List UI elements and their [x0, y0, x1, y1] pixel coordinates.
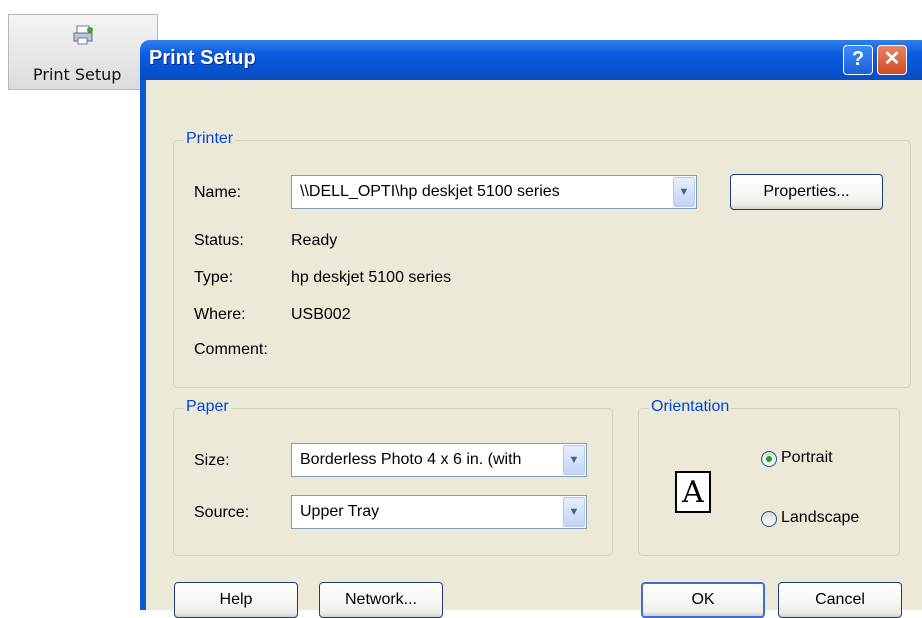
close-title-button[interactable]: ✕: [877, 45, 907, 75]
print-setup-toolbar-button[interactable]: Print Setup: [8, 14, 158, 90]
chevron-down-icon[interactable]: ▼: [673, 177, 695, 207]
paper-size-select[interactable]: Borderless Photo 4 x 6 in. (with ▼: [291, 443, 587, 477]
printer-name-label: Name:: [194, 184, 242, 201]
printer-status-label: Status:: [194, 232, 244, 249]
printer-status-value: Ready: [291, 232, 338, 249]
help-button[interactable]: Help: [174, 582, 298, 618]
properties-button[interactable]: Properties...: [730, 174, 883, 210]
paper-size-label: Size:: [194, 452, 230, 469]
paper-source-value: Upper Tray: [300, 503, 380, 520]
portrait-label[interactable]: Portrait: [781, 449, 833, 467]
printer-where-label: Where:: [194, 306, 246, 323]
print-setup-toolbar-label: Print Setup: [33, 65, 122, 84]
printer-group: Printer Name: \\DELL_OPTI\hp deskjet 510…: [173, 130, 911, 388]
orientation-group-title: Orientation: [649, 398, 732, 416]
printer-comment-label: Comment:: [194, 341, 268, 358]
cancel-button[interactable]: Cancel: [778, 582, 902, 618]
network-button[interactable]: Network...: [319, 582, 443, 618]
dialog-title: Print Setup: [149, 47, 256, 69]
help-title-button[interactable]: ?: [843, 45, 873, 75]
landscape-label[interactable]: Landscape: [781, 509, 859, 527]
chevron-down-icon[interactable]: ▼: [563, 497, 585, 527]
close-icon: ✕: [883, 48, 901, 70]
page-letter: A: [682, 475, 704, 510]
paper-size-value: Borderless Photo 4 x 6 in. (with: [300, 451, 522, 468]
orientation-group: Orientation A Portrait Landscape: [638, 398, 900, 556]
paper-group-title: Paper: [184, 398, 231, 416]
question-icon: ?: [851, 48, 865, 70]
paper-source-label: Source:: [194, 504, 250, 521]
chevron-down-icon[interactable]: ▼: [563, 445, 585, 475]
paper-group: Paper Size: Borderless Photo 4 x 6 in. (…: [173, 398, 613, 556]
portrait-page-icon: A: [675, 471, 711, 513]
printer-name-value: \\DELL_OPTI\hp deskjet 5100 series: [300, 183, 560, 200]
printer-type-value: hp deskjet 5100 series: [291, 269, 452, 286]
dialog-client-area: Printer Name: \\DELL_OPTI\hp deskjet 510…: [146, 80, 922, 618]
dialog-title-bar[interactable]: Print Setup ? ✕: [140, 40, 922, 80]
printer-name-select[interactable]: \\DELL_OPTI\hp deskjet 5100 series ▼: [291, 175, 697, 209]
paper-source-select[interactable]: Upper Tray ▼: [291, 495, 587, 529]
printer-group-title: Printer: [184, 130, 236, 148]
print-setup-dialog: Print Setup ? ✕ Printer Name: \\DELL_OPT…: [140, 40, 922, 618]
print-setup-icon: [73, 25, 93, 45]
ok-button[interactable]: OK: [641, 582, 765, 618]
printer-where-value: USB002: [291, 306, 351, 323]
landscape-radio[interactable]: [761, 511, 777, 527]
portrait-radio[interactable]: [761, 451, 777, 467]
printer-type-label: Type:: [194, 269, 234, 286]
